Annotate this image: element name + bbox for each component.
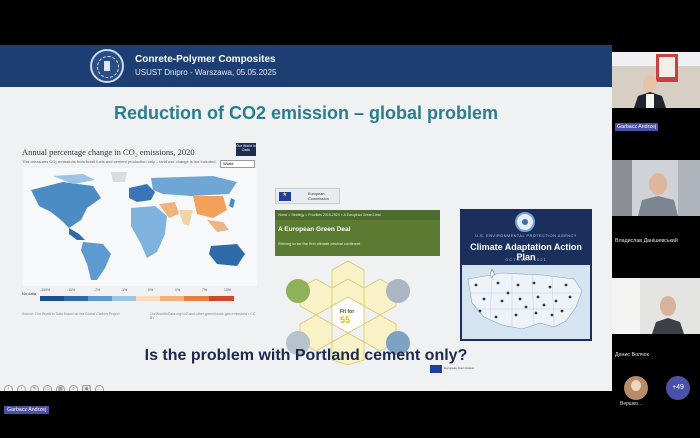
pen-icon[interactable]: ✎ [30, 385, 39, 391]
owid-logo: Our World in Data [236, 143, 256, 156]
region-select: World [220, 160, 255, 168]
participant-name: Вершко... [620, 401, 643, 407]
highlighter-icon[interactable]: ▭ [43, 385, 52, 391]
usa-map [462, 265, 590, 339]
slide-header: Conrete-Polymer Composites USUST Dnipro … [0, 45, 612, 87]
slide-question: Is the problem with Portland cement only… [144, 347, 468, 364]
map-description: This measures CO₂ emissions from fossil … [22, 159, 217, 164]
participant-name: Денис Волчок [615, 352, 649, 358]
eu-flag-icon [430, 365, 442, 373]
ec-caption: European Commission [444, 366, 475, 370]
legend-tick: 10% [224, 288, 232, 292]
presentation-toolbar: ‹ › ✎ ▭ ▦ ⌕ ■ … [4, 377, 108, 391]
eu-flag-icon [279, 191, 291, 201]
search-icon[interactable]: ⌕ [69, 385, 78, 391]
legend-tick: -7% [94, 288, 101, 292]
legend-tick: 1% [175, 288, 181, 292]
epa-seal-icon [515, 212, 535, 232]
presenter-name-tag: Garbacz Andrzej [4, 406, 50, 414]
legend-nodata: No data [22, 291, 37, 296]
participant-video [612, 160, 700, 216]
slide-title: Reduction of CO2 emission – global probl… [113, 103, 499, 123]
participant-avatar[interactable] [624, 376, 648, 400]
color-legend [40, 296, 234, 301]
header-subtitle: USUST Dnipro - Warszawa, 05.05.2025 [135, 68, 277, 77]
video-icon[interactable]: ■ [82, 385, 91, 391]
participant-name-label: Garbacz Andrzej [615, 123, 659, 131]
prev-slide-icon[interactable]: ‹ [4, 385, 13, 391]
epa-agency: U.S. ENVIRONMENTAL PROTECTION AGENCY [475, 234, 577, 238]
map-source: Source: Our World in Data based on the G… [22, 312, 120, 316]
epa-cover: U.S. ENVIRONMENTAL PROTECTION AGENCY Cli… [460, 209, 592, 341]
fit-number: 55 [340, 315, 350, 325]
legend-tick: -100% [40, 288, 51, 292]
participant-name: Владислав Данішевський [615, 238, 678, 244]
egd-title: A European Green Deal [278, 226, 351, 233]
ec-logo-bar: European Commission [275, 188, 340, 204]
legend-ticks: -100% -10% -7% -1% 0% 1% 7% 10% [40, 288, 234, 294]
header-title: Conrete-Polymer Composites [135, 54, 276, 65]
legend-tick: 0% [148, 288, 154, 292]
participant-video [612, 278, 700, 334]
meeting-window: Conrete-Polymer Composites USUST Dnipro … [0, 0, 700, 438]
map-link: OurWorldInData.org/co2-and-other-greenho… [150, 312, 256, 320]
ec-logo-text: European Commission [308, 192, 329, 201]
egd-breadcrumb: Home > Strategy > Priorities 2019-2024 >… [275, 210, 440, 220]
university-logo [90, 49, 124, 83]
co2-map-panel: Annual percentage change in CO₂ emission… [20, 140, 260, 320]
participant-tile[interactable]: Garbacz Andrzej [612, 52, 700, 131]
more-icon[interactable]: … [95, 385, 104, 391]
epa-date: OCTOBER 2021 [505, 257, 547, 262]
more-participants-button[interactable]: +49 [666, 376, 690, 400]
egd-banner: A European Green Deal Striving to be the… [275, 220, 440, 256]
participant-name: Garbacz Andrzej [615, 123, 659, 131]
map-title: Annual percentage change in CO₂ emission… [22, 147, 195, 157]
legend-tick: -10% [67, 288, 76, 292]
participant-tile[interactable]: Владислав Данішевський [612, 160, 700, 244]
legend-tick: -1% [121, 288, 128, 292]
legend-tick: 7% [202, 288, 208, 292]
egd-subtitle: Striving to be the first climate-neutral… [278, 241, 361, 246]
participant-video [612, 52, 700, 108]
grid-icon[interactable]: ▦ [56, 385, 65, 391]
next-slide-icon[interactable]: › [17, 385, 26, 391]
participant-tile[interactable]: Денис Волчок [612, 278, 700, 358]
world-map [23, 168, 257, 286]
shared-slide: Conrete-Polymer Composites USUST Dnipro … [0, 45, 612, 391]
